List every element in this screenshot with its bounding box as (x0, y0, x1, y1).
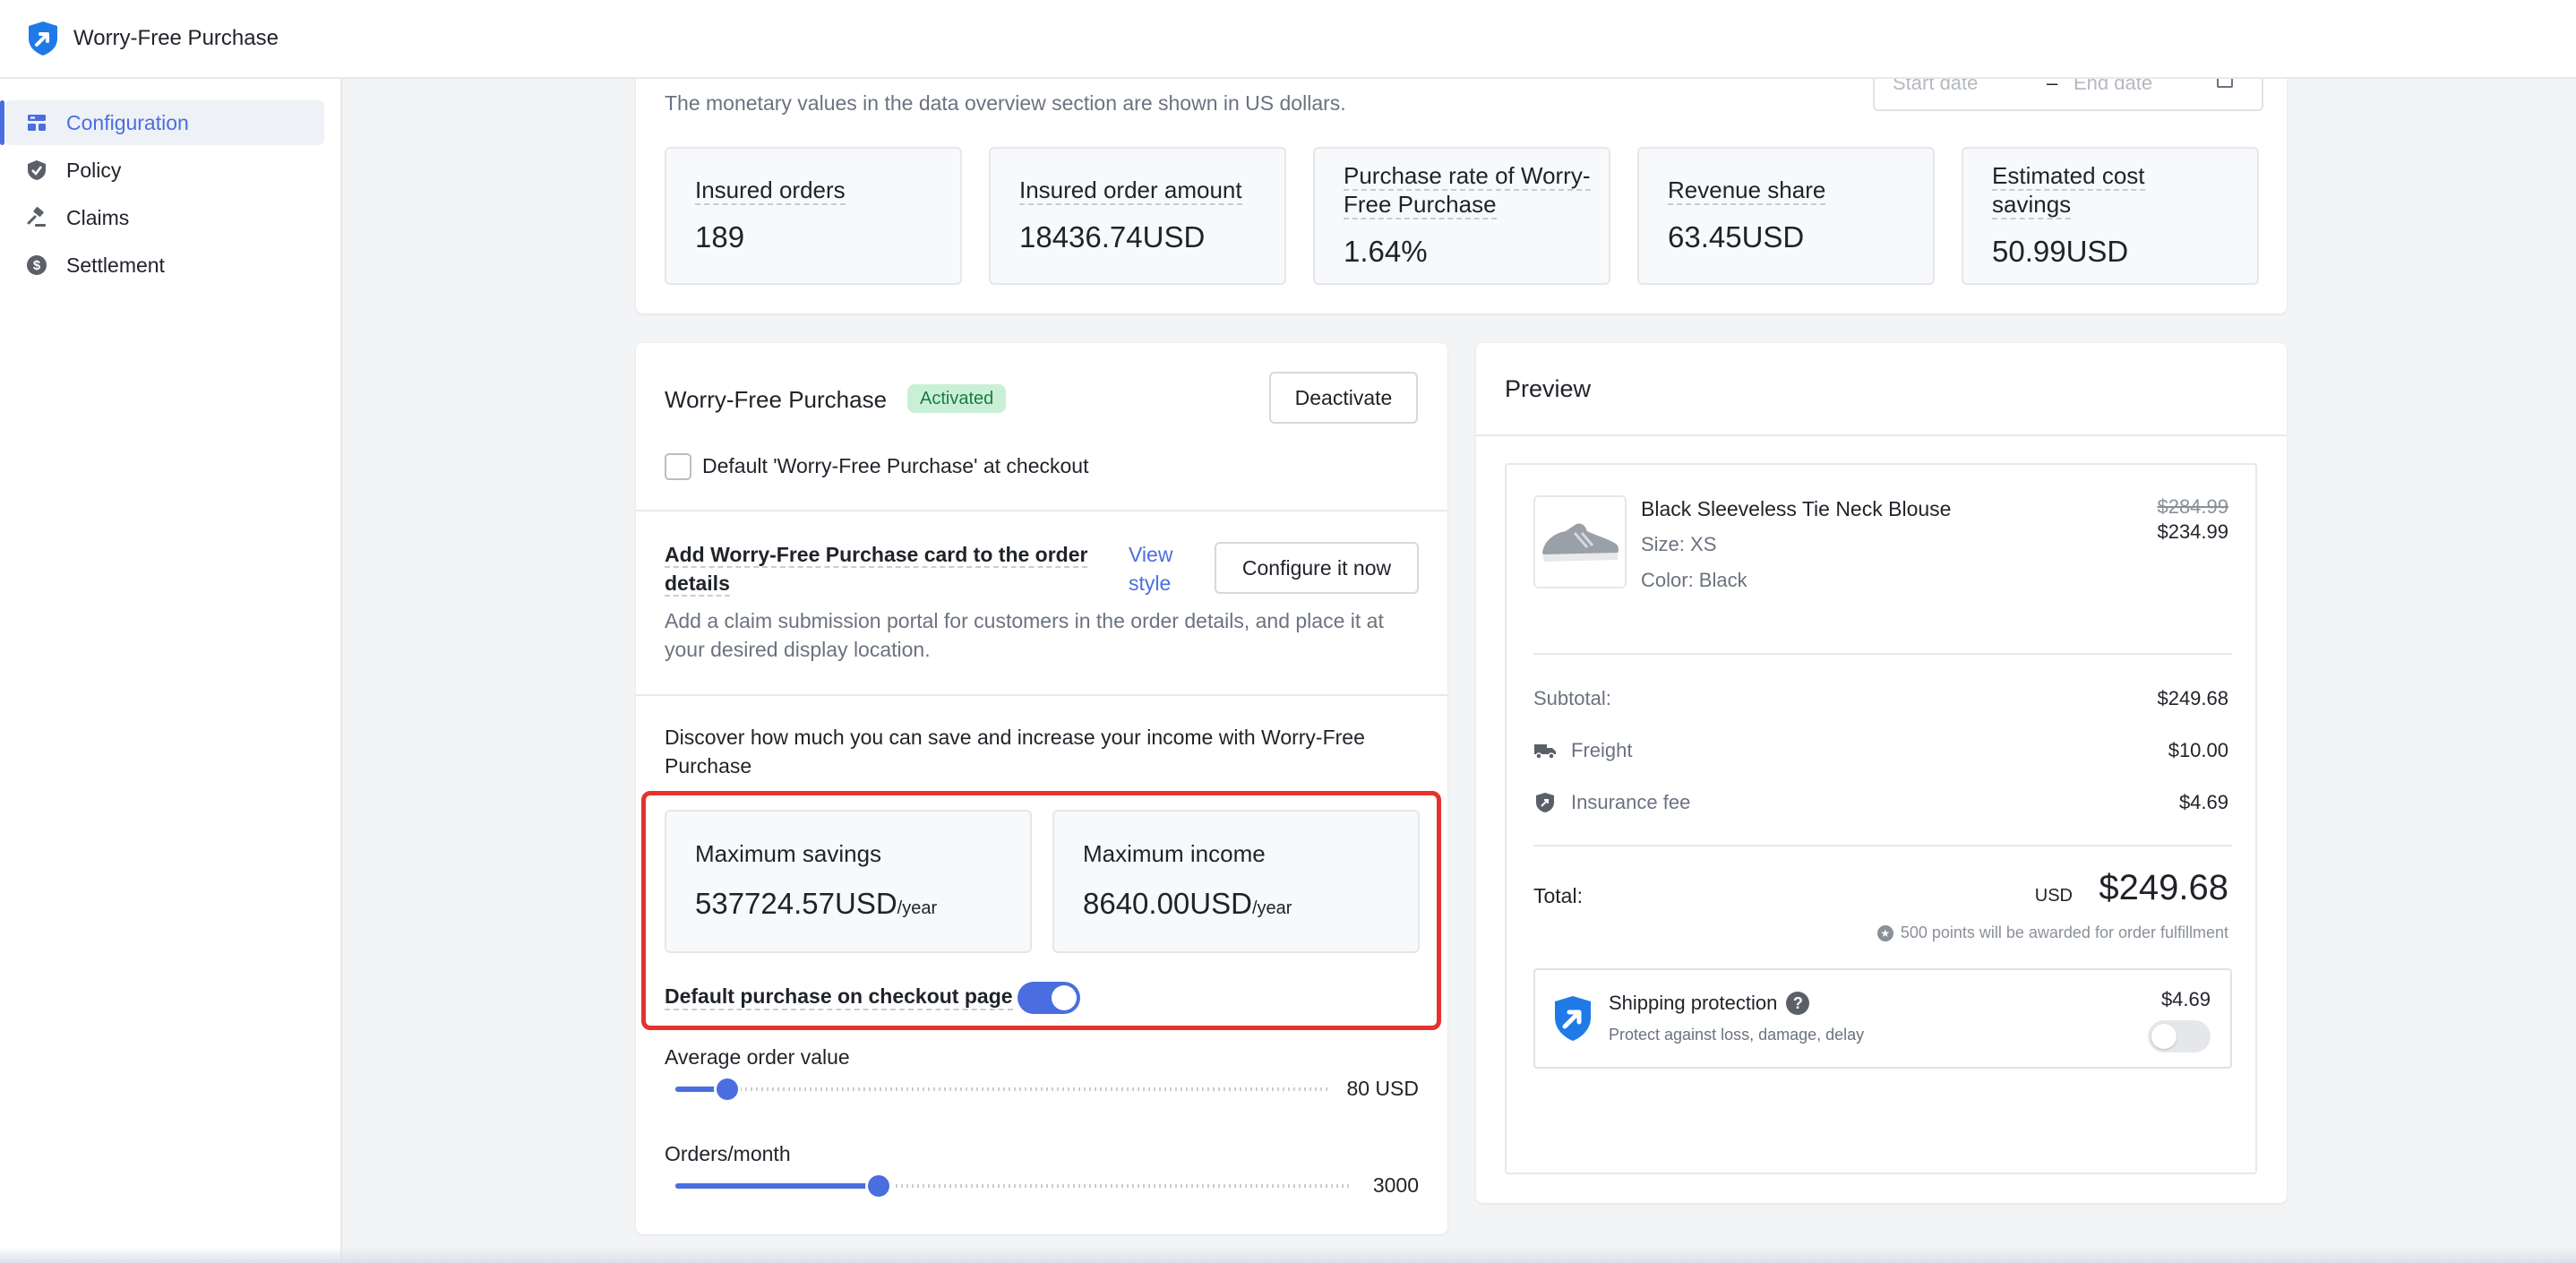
divider (1533, 653, 2232, 655)
status-badge: Activated (907, 384, 1007, 413)
total-currency: USD (2034, 886, 2073, 906)
product-image (1533, 495, 1627, 589)
discover-text: Discover how much you can save and incre… (665, 726, 1365, 778)
product-name: Black Sleeveless Tie Neck Blouse (1641, 497, 1952, 520)
divider (636, 510, 1447, 511)
points-text: 500 points will be awarded for order ful… (1900, 924, 2228, 941)
shipping-protection-logo-icon (1555, 996, 1591, 1041)
average-order-value-label: Average order value (665, 1045, 850, 1069)
highlight-box (641, 791, 1441, 1030)
bottom-shade (0, 1247, 2576, 1263)
truck-icon (1533, 741, 1557, 760)
sidebar-item-settlement[interactable]: $ Settlement (5, 243, 324, 288)
slider-thumb[interactable] (867, 1175, 889, 1197)
card-title: Worry-Free Purchase (665, 386, 888, 413)
sidebar-item-policy[interactable]: Policy (5, 148, 324, 193)
sidebar-item-label: Settlement (66, 253, 165, 277)
slider-fill (675, 1183, 879, 1189)
order-card-title[interactable]: Add Worry-Free Purchase card to the orde… (665, 543, 1088, 597)
freight-value: $10.00 (2168, 739, 2228, 761)
metric-label[interactable]: Insured order amount (1019, 176, 1242, 205)
top-bar: Worry-Free Purchase (0, 0, 2576, 79)
default-checkout-label[interactable]: Default 'Worry-Free Purchase' at checkou… (702, 454, 1088, 478)
freight-row: Freight (1533, 739, 1632, 762)
sidebar-item-configuration[interactable]: Configuration (0, 100, 324, 145)
preview-title: Preview (1505, 375, 1592, 402)
slider-track (675, 1087, 1329, 1091)
metric-label[interactable]: Estimated cost savings (1992, 162, 2145, 219)
app-title: Worry-Free Purchase (73, 26, 279, 50)
subtotal-label: Subtotal: (1533, 687, 1611, 709)
view-style-link[interactable]: View style (1129, 540, 1182, 597)
checkout-preview: Black Sleeveless Tie Neck Blouse Size: X… (1505, 463, 2257, 1174)
metric-value: 1.64% (1344, 235, 1428, 268)
help-icon[interactable]: ? (1786, 992, 1810, 1015)
total-label: Total: (1533, 884, 1583, 907)
insurance-fee-value: $4.69 (2178, 791, 2228, 813)
sidebar-item-label: Policy (66, 158, 122, 182)
toggle-knob (2151, 1024, 2177, 1049)
order-card-description: Add a claim submission portal for custom… (665, 609, 1384, 661)
metric-label[interactable]: Purchase rate of Worry-Free Purchase (1344, 162, 1591, 219)
slider-thumb[interactable] (717, 1078, 739, 1100)
preview-card: Preview Black Sleeveless Tie Neck Blouse… (1476, 343, 2287, 1203)
metric-insured-order-amount: Insured order amount 18436.74USD (989, 147, 1286, 285)
gavel-icon (25, 206, 48, 229)
currency-note: The monetary values in the data overview… (665, 91, 1346, 115)
metric-value: 189 (695, 220, 745, 253)
preview-header: Preview (1476, 343, 2287, 436)
average-order-value-slider[interactable] (675, 1078, 1329, 1100)
shipping-protection-toggle[interactable] (2148, 1020, 2211, 1052)
points-icon: ★ (1876, 924, 1893, 941)
insurance-shield-icon (1533, 793, 1557, 812)
sidebar: Configuration Policy Claims $ Settlement (0, 79, 342, 1263)
orders-per-month-slider[interactable] (675, 1175, 1352, 1197)
metric-insured-orders: Insured orders 189 (665, 147, 962, 285)
deactivate-button[interactable]: Deactivate (1269, 372, 1418, 424)
divider (636, 694, 1447, 696)
sneaker-icon (1542, 523, 1619, 562)
shipping-protection-title: Shipping protection (1609, 992, 1778, 1014)
shipping-protection-subtitle: Protect against loss, damage, delay (1609, 1026, 1865, 1044)
insurance-fee-label: Insurance fee (1571, 791, 1691, 813)
average-order-value: 80 USD (1346, 1077, 1419, 1100)
metric-value: 63.45USD (1668, 220, 1805, 253)
metric-estimated-cost-savings: Estimated cost savings 50.99USD (1962, 147, 2259, 285)
metric-revenue-share: Revenue share 63.45USD (1637, 147, 1935, 285)
metric-value: 50.99USD (1992, 235, 2129, 268)
shield-icon (25, 159, 48, 182)
configure-it-now-button[interactable]: Configure it now (1215, 542, 1419, 594)
sidebar-item-label: Configuration (66, 110, 189, 134)
metric-label[interactable]: Insured orders (695, 176, 846, 205)
product-color: Color: Black (1641, 569, 1747, 591)
sale-price: $234.99 (2157, 520, 2228, 543)
data-overview-card: Start date – End date The monetary value… (636, 54, 2287, 314)
insurance-row: Insurance fee (1533, 791, 1690, 814)
shipping-protection-price: $4.69 (2160, 988, 2211, 1010)
metric-purchase-rate: Purchase rate of Worry-Free Purchase 1.6… (1313, 147, 1610, 285)
total-amount: $249.68 (2099, 868, 2228, 907)
default-checkout-checkbox[interactable] (665, 453, 691, 480)
divider (1533, 845, 2232, 846)
product-size: Size: XS (1641, 533, 1717, 555)
sidebar-item-label: Claims (66, 205, 130, 229)
worry-free-purchase-card: Worry-Free Purchase Activated Deactivate… (636, 343, 1447, 1234)
original-price: $284.99 (2157, 495, 2228, 518)
points-note: ★ 500 points will be awarded for order f… (1876, 924, 2228, 942)
svg-text:$: $ (33, 258, 41, 273)
sidebar-item-claims[interactable]: Claims (5, 195, 324, 240)
metric-label[interactable]: Revenue share (1668, 176, 1826, 205)
shipping-protection-box: Shipping protection ? Protect against lo… (1533, 968, 2232, 1069)
configuration-icon (25, 111, 48, 134)
dollar-icon: $ (25, 253, 48, 277)
orders-per-month-value: 3000 (1372, 1173, 1419, 1197)
freight-label: Freight (1571, 739, 1633, 761)
app-logo-icon (29, 21, 57, 56)
metric-value: 18436.74USD (1019, 220, 1206, 253)
orders-per-month-label: Orders/month (665, 1142, 791, 1165)
subtotal-value: $249.68 (2157, 687, 2228, 709)
